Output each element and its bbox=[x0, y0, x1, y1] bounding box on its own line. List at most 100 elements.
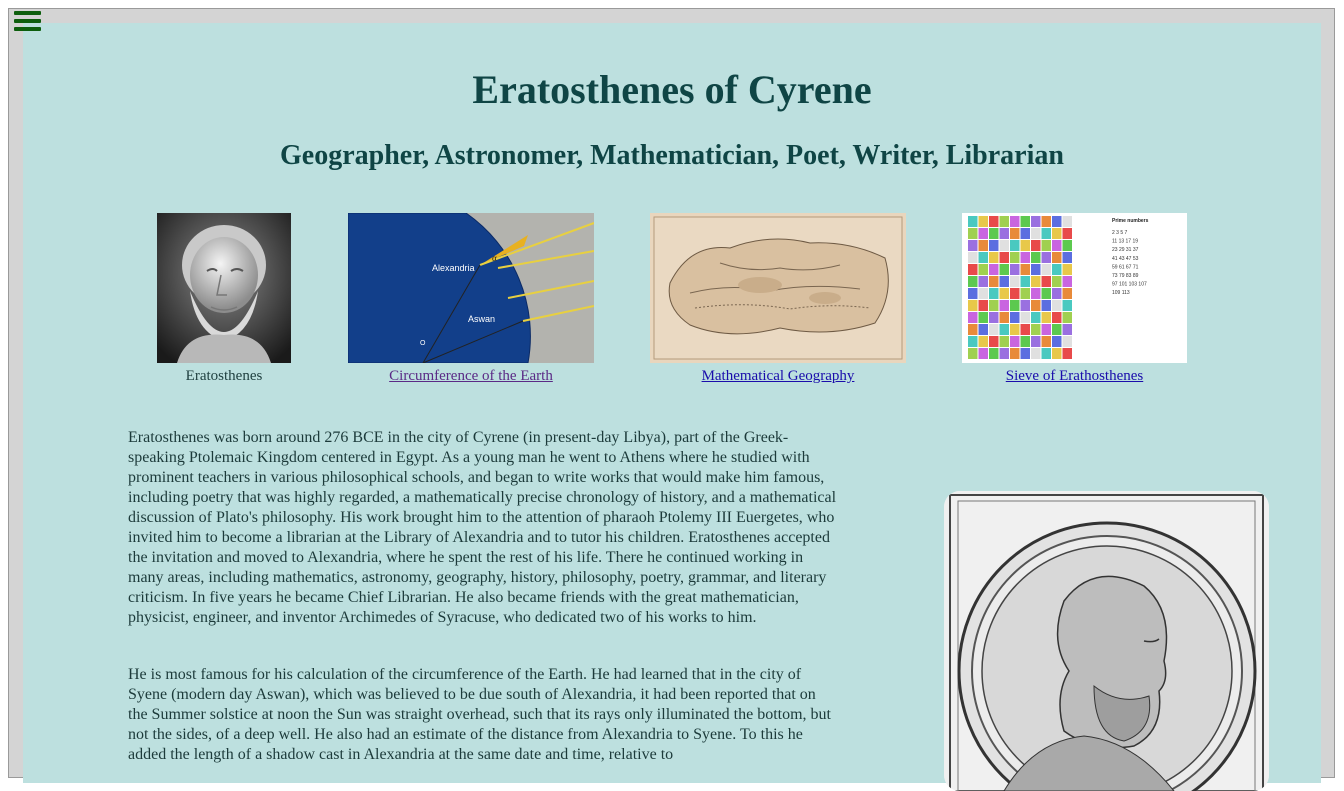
sieve-cell bbox=[1010, 264, 1020, 275]
page-title: Eratosthenes of Cyrene bbox=[472, 67, 872, 112]
sieve-cell bbox=[1020, 216, 1030, 227]
figure-circumference: Alexandria Aswan α O Circumference of th… bbox=[347, 212, 595, 385]
sieve-cell bbox=[968, 312, 978, 323]
sieve-cell bbox=[978, 324, 988, 335]
sieve-cell bbox=[999, 324, 1009, 335]
sieve-cell bbox=[1031, 216, 1041, 227]
sieve-cell bbox=[968, 228, 978, 239]
sieve-cell bbox=[978, 216, 988, 227]
sieve-cell bbox=[1041, 252, 1051, 263]
sieve-cell bbox=[999, 276, 1009, 287]
sieve-prime-line: 2 3 5 7 bbox=[1112, 230, 1128, 236]
sieve-cell bbox=[1041, 312, 1051, 323]
sieve-cell bbox=[999, 288, 1009, 299]
sieve-cell bbox=[1020, 276, 1030, 287]
sieve-cell bbox=[1052, 336, 1062, 347]
sieve-prime-line: 59 61 67 71 bbox=[1112, 264, 1139, 270]
eratosthenes-bust-image bbox=[157, 213, 291, 363]
sieve-cell bbox=[1010, 300, 1020, 311]
sieve-cell bbox=[1031, 228, 1041, 239]
sieve-cell bbox=[1062, 276, 1072, 287]
link-mathematical-geography[interactable]: Mathematical Geography bbox=[702, 368, 855, 384]
sieve-cell bbox=[978, 228, 988, 239]
sieve-cell bbox=[1041, 228, 1051, 239]
sieve-cell bbox=[1020, 240, 1030, 251]
sieve-cell bbox=[1052, 324, 1062, 335]
sieve-cell bbox=[1010, 336, 1020, 347]
sieve-cell bbox=[1031, 348, 1041, 359]
sieve-cell bbox=[1052, 228, 1062, 239]
sieve-cell bbox=[978, 252, 988, 263]
sieve-cell bbox=[978, 348, 988, 359]
sieve-cell bbox=[978, 288, 988, 299]
sieve-cell bbox=[978, 276, 988, 287]
sieve-cell bbox=[1020, 348, 1030, 359]
sieve-cell bbox=[989, 216, 999, 227]
sieve-cell bbox=[989, 288, 999, 299]
sieve-cell bbox=[999, 348, 1009, 359]
sieve-cell bbox=[1010, 252, 1020, 263]
ancient-world-map-image[interactable] bbox=[650, 213, 906, 363]
sieve-cell bbox=[1052, 312, 1062, 323]
sieve-cell bbox=[1031, 276, 1041, 287]
sieve-cell bbox=[989, 348, 999, 359]
paragraph-biography: Eratosthenes was born around 276 BCE in … bbox=[128, 429, 837, 626]
sieve-cell bbox=[1020, 228, 1030, 239]
sieve-cell bbox=[1020, 324, 1030, 335]
sieve-cell bbox=[1062, 324, 1072, 335]
figure-bust: Eratosthenes bbox=[157, 213, 291, 385]
sieve-cell bbox=[1062, 252, 1072, 263]
sieve-cell bbox=[999, 252, 1009, 263]
page-subtitle: Geographer, Astronomer, Mathematician, P… bbox=[280, 140, 1064, 171]
sieve-cell bbox=[1062, 240, 1072, 251]
sieve-cell bbox=[1052, 348, 1062, 359]
sieve-cell bbox=[989, 240, 999, 251]
sieve-cell bbox=[1010, 324, 1020, 335]
hamburger-menu-icon[interactable] bbox=[14, 11, 41, 35]
sieve-cell bbox=[968, 216, 978, 227]
sieve-cell bbox=[1010, 348, 1020, 359]
sieve-grid-image[interactable]: Prime numbers 2 3 5 7 11 13 17 19 23 29 31… bbox=[962, 213, 1187, 363]
sieve-cell bbox=[1020, 264, 1030, 275]
sieve-cell bbox=[1020, 312, 1030, 323]
sieve-cell bbox=[968, 288, 978, 299]
sieve-cell bbox=[1020, 300, 1030, 311]
sieve-cell bbox=[989, 300, 999, 311]
sieve-cell bbox=[1052, 264, 1062, 275]
sieve-cell bbox=[1031, 312, 1041, 323]
sieve-cell bbox=[968, 324, 978, 335]
sieve-cell bbox=[1062, 228, 1072, 239]
link-sieve-of-erathosthenes[interactable]: Sieve of Erathosthenes bbox=[1006, 368, 1143, 384]
sieve-cell bbox=[1062, 336, 1072, 347]
sieve-cell bbox=[1041, 348, 1051, 359]
sieve-cell bbox=[1062, 300, 1072, 311]
label-aswan: Aswan bbox=[468, 314, 495, 324]
paragraph-circumference: He is most famous for his calculation of… bbox=[128, 666, 831, 763]
sieve-cell bbox=[1052, 252, 1062, 263]
sieve-cell bbox=[1041, 276, 1051, 287]
sieve-prime-line: 11 13 17 19 bbox=[1112, 239, 1138, 245]
sieve-cell bbox=[978, 240, 988, 251]
sieve-cell bbox=[968, 276, 978, 287]
sieve-cell bbox=[968, 336, 978, 347]
sieve-cell bbox=[968, 240, 978, 251]
sieve-cell bbox=[1041, 300, 1051, 311]
link-circumference-of-the-earth[interactable]: Circumference of the Earth bbox=[389, 368, 553, 384]
sieve-cell bbox=[989, 336, 999, 347]
sieve-cell bbox=[1020, 288, 1030, 299]
sieve-cell bbox=[1052, 216, 1062, 227]
sieve-cell bbox=[1020, 336, 1030, 347]
sieve-cell bbox=[999, 228, 1009, 239]
sieve-cell bbox=[999, 240, 1009, 251]
sieve-cell bbox=[989, 252, 999, 263]
sieve-cell bbox=[1052, 240, 1062, 251]
sieve-cell bbox=[989, 324, 999, 335]
sieve-cell bbox=[999, 312, 1009, 323]
circumference-diagram-image[interactable]: Alexandria Aswan α O bbox=[347, 212, 595, 364]
sieve-cell bbox=[1010, 240, 1020, 251]
sieve-cell bbox=[1031, 288, 1041, 299]
sieve-prime-line: 97 101 103 107 bbox=[1112, 282, 1147, 288]
sieve-cell bbox=[968, 252, 978, 263]
sieve-cell bbox=[1031, 324, 1041, 335]
sieve-cell bbox=[978, 300, 988, 311]
